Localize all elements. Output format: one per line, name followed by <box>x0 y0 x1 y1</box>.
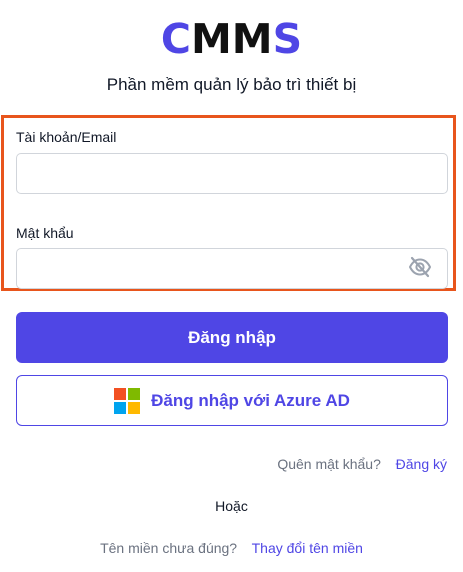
login-button[interactable]: Đăng nhập <box>16 312 448 363</box>
domain-prompt: Tên miền chưa đúng? <box>100 540 238 556</box>
logo-letter-m2: M <box>231 15 273 63</box>
azure-login-button[interactable]: Đăng nhập với Azure AD <box>16 375 448 426</box>
account-links-row: Quên mật khẩu? Đăng ký <box>277 455 447 473</box>
eye-off-icon-svg <box>409 256 431 278</box>
account-input[interactable] <box>16 153 448 194</box>
register-link[interactable]: Đăng ký <box>396 456 447 472</box>
ms-logo-green-square <box>128 387 141 400</box>
change-domain-link[interactable]: Thay đổi tên miền <box>252 540 363 556</box>
password-input[interactable] <box>16 248 448 289</box>
login-page: CMMS Phần mềm quản lý bảo trì thiết bị T… <box>0 0 463 572</box>
app-logo: CMMS <box>0 14 463 64</box>
microsoft-logo-icon <box>114 387 141 414</box>
password-label: Mật khẩu <box>16 225 74 241</box>
logo-letter-s: S <box>272 15 303 63</box>
ms-logo-red-square <box>114 387 127 400</box>
domain-row: Tên miền chưa đúng? Thay đổi tên miền <box>0 539 463 557</box>
account-label: Tài khoản/Email <box>16 129 117 145</box>
ms-logo-blue-square <box>114 401 127 414</box>
forgot-password-link[interactable]: Quên mật khẩu? <box>277 456 381 472</box>
app-subtitle: Phần mềm quản lý bảo trì thiết bị <box>106 75 357 94</box>
azure-login-label: Đăng nhập với Azure AD <box>151 390 350 410</box>
ms-logo-yellow-square <box>128 401 141 414</box>
logo-letter-m1: M <box>190 15 232 63</box>
eye-off-icon[interactable] <box>408 256 432 278</box>
logo-letter-c: C <box>160 15 191 63</box>
or-divider-text: Hoặc <box>215 498 248 514</box>
